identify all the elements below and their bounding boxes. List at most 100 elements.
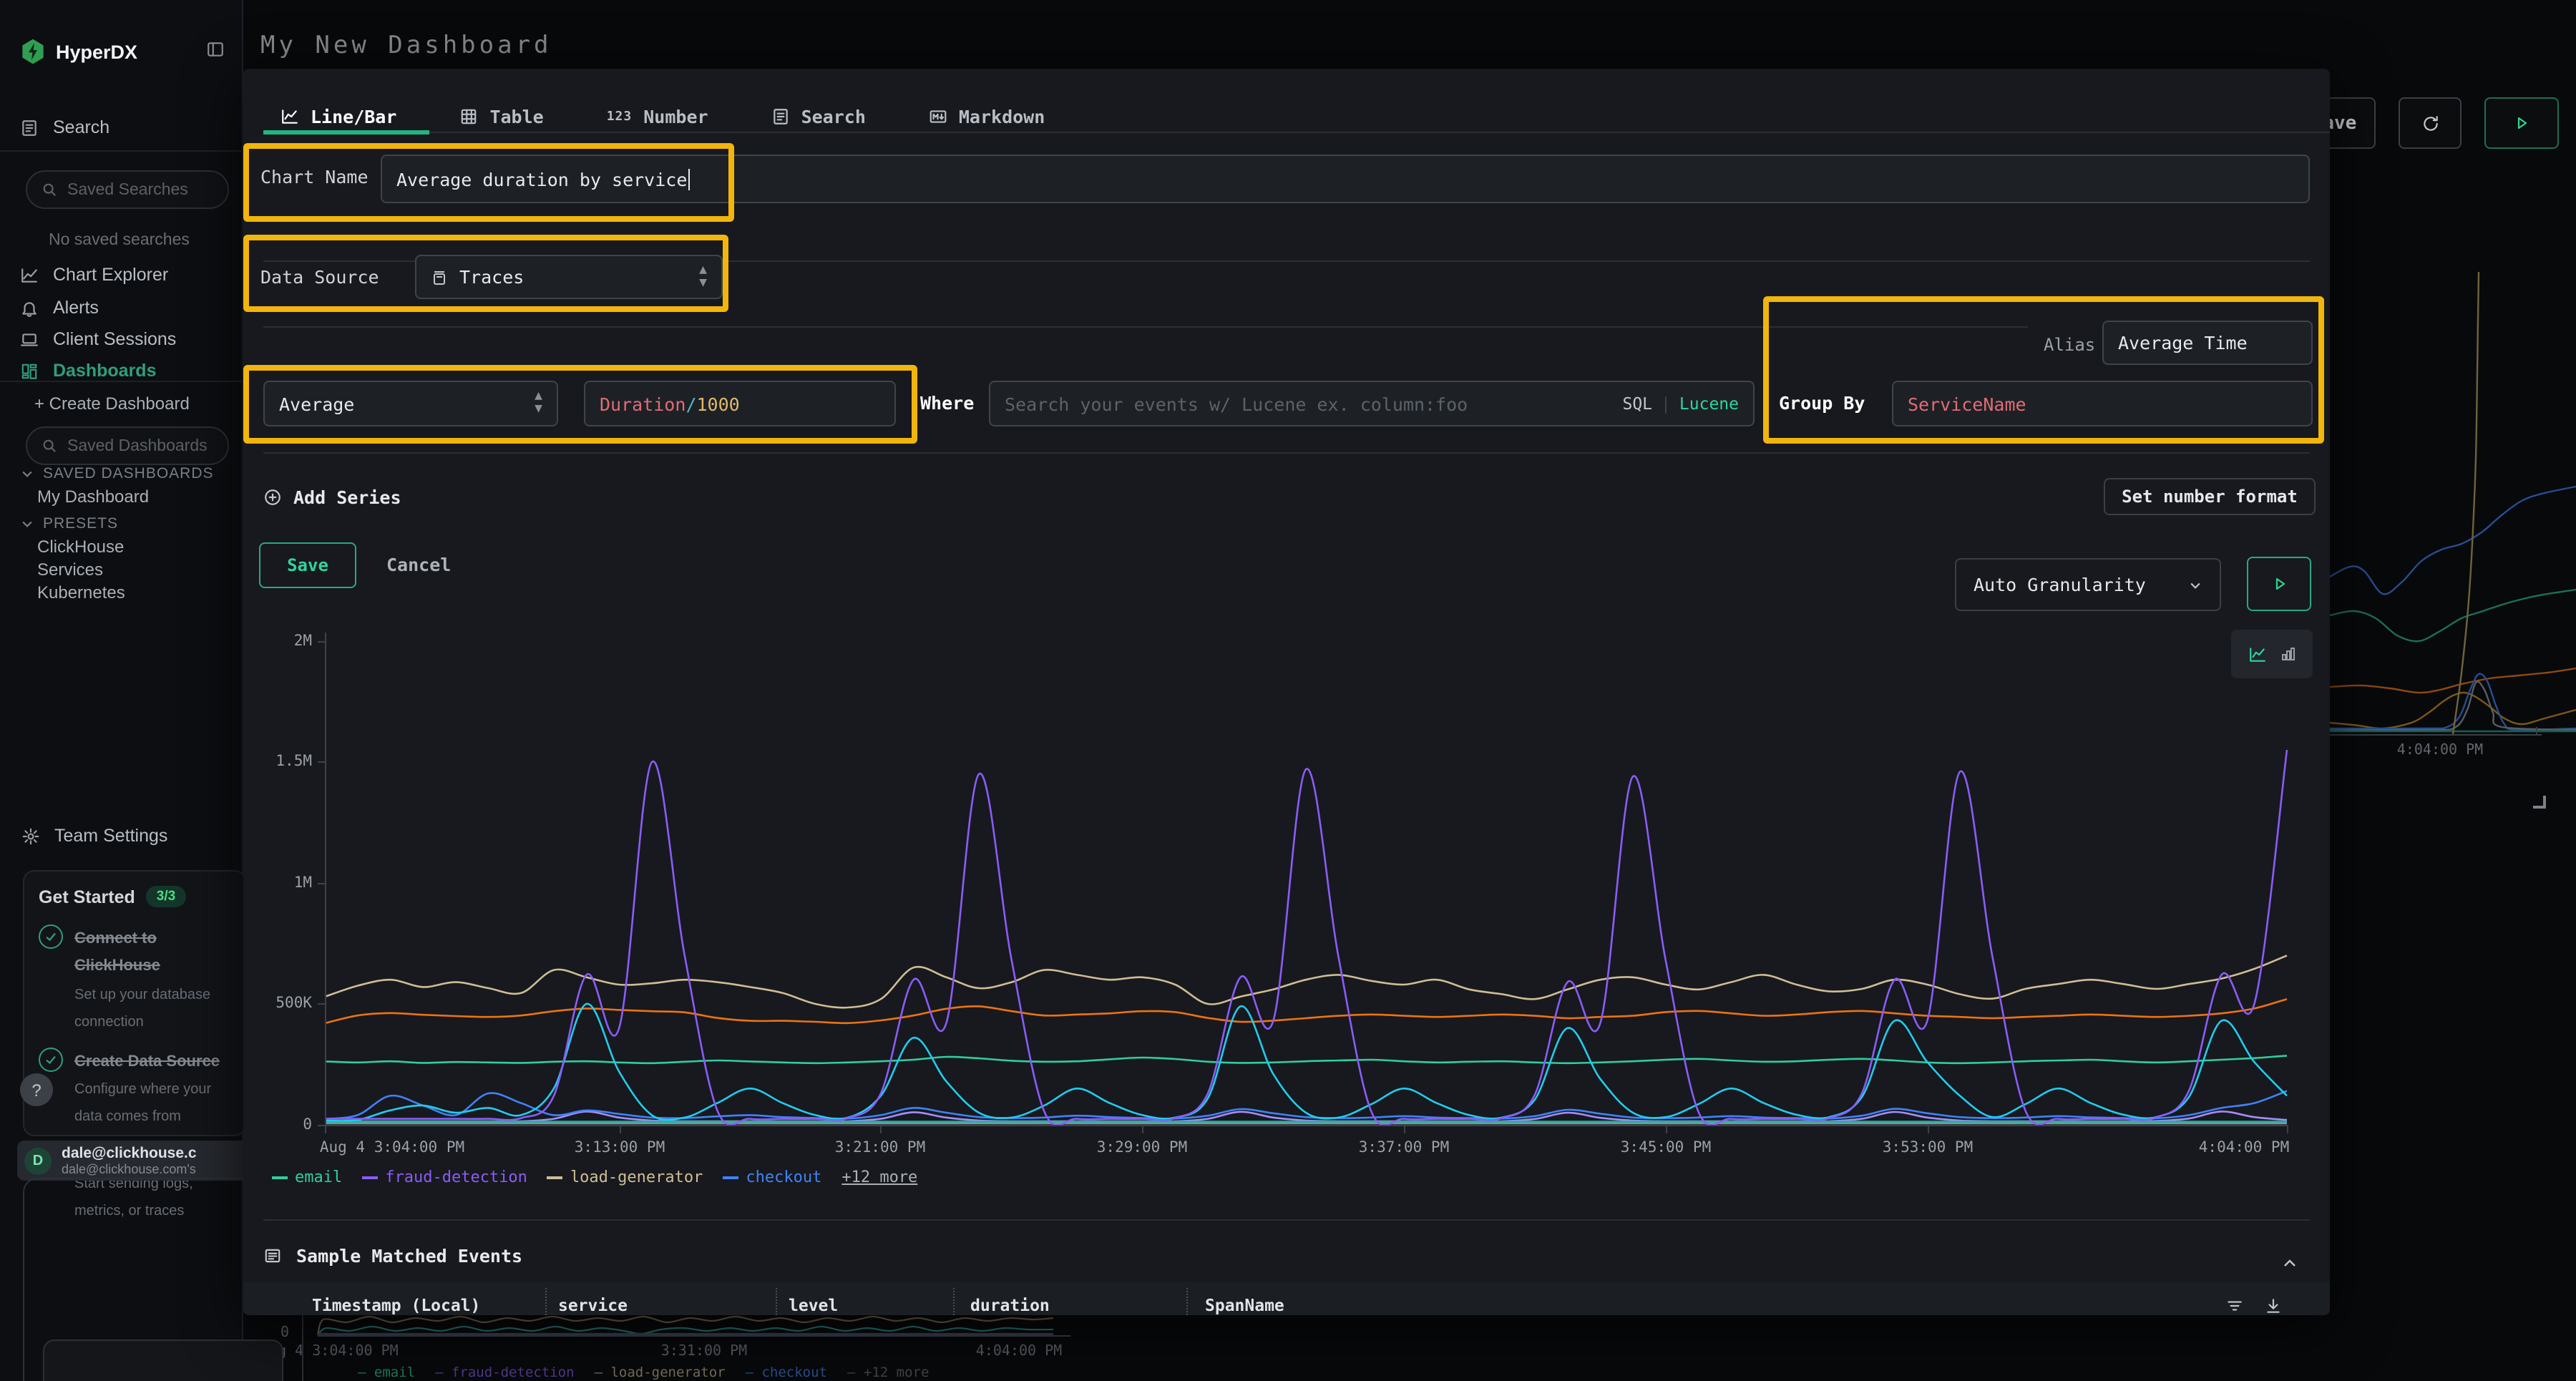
column-header-duration[interactable]: duration xyxy=(970,1295,1050,1315)
download-icon[interactable] xyxy=(2264,1294,2283,1315)
cancel-button[interactable]: Cancel xyxy=(386,554,451,575)
legend-item-checkout[interactable]: checkout xyxy=(723,1168,821,1186)
where-label: Where xyxy=(920,392,974,414)
help-button[interactable]: ? xyxy=(20,1073,53,1106)
play-icon xyxy=(2270,575,2288,592)
sidebar-divider xyxy=(0,381,243,382)
tab-number[interactable]: 123 Number xyxy=(607,106,708,127)
onetwothree-icon: 123 xyxy=(607,109,633,124)
x-tick-label: 3:13:00 PM xyxy=(575,1139,665,1156)
sample-events-header[interactable]: Sample Matched Events xyxy=(263,1245,522,1267)
y-tick-label: 1M xyxy=(255,874,312,892)
bg-bottom-legend: — email— fraud-detection— load-generator… xyxy=(358,1365,929,1381)
granularity-value: Auto Granularity xyxy=(1974,574,2146,595)
legend-label: email xyxy=(295,1168,342,1186)
where-search-input[interactable]: Search your events w/ Lucene ex. column:… xyxy=(989,381,1755,426)
legend-item-email[interactable]: email xyxy=(272,1168,342,1186)
text-caret xyxy=(688,168,690,190)
plus-circle-icon xyxy=(263,488,282,507)
column-header-spanname[interactable]: SpanName xyxy=(1205,1295,1284,1315)
task-title: Connect to ClickHouse xyxy=(74,930,160,975)
legend-more-link[interactable]: +12 more xyxy=(841,1168,917,1186)
alias-label: Alias xyxy=(2044,335,2095,355)
lucene-mode-toggle[interactable]: Lucene xyxy=(1679,394,1739,414)
filter-icon[interactable] xyxy=(2225,1294,2244,1315)
sidebar-item-clickhouse[interactable]: ClickHouse xyxy=(37,537,124,557)
line-chart-icon[interactable] xyxy=(2248,645,2266,663)
sidebar-item-services[interactable]: Services xyxy=(37,560,103,580)
no-saved-searches-text: No saved searches xyxy=(49,232,190,249)
tab-table[interactable]: Table xyxy=(459,106,543,127)
sidebar-item-kubernetes[interactable]: Kubernetes xyxy=(37,582,125,602)
column-header-timestamp-local-[interactable]: Timestamp (Local) xyxy=(312,1295,480,1315)
save-button[interactable]: Save xyxy=(259,542,356,588)
granularity-select[interactable]: Auto Granularity xyxy=(1955,558,2221,611)
app-logo[interactable]: HyperDX xyxy=(21,39,137,64)
add-series-button[interactable]: Add Series xyxy=(263,487,401,508)
legend-item-fraud-detection[interactable]: fraud-detection xyxy=(362,1168,527,1186)
create-dashboard-button[interactable]: + Create Dashboard xyxy=(34,394,190,414)
sidebar-item-search[interactable]: Search xyxy=(20,114,109,140)
sidebar-item-label: Chart Explorer xyxy=(53,265,168,285)
bg-x-tick-label: 3:31:00 PM xyxy=(661,1344,747,1360)
tab-label: Markdown xyxy=(959,106,1045,127)
collapse-section-icon[interactable] xyxy=(2281,1251,2298,1278)
column-header-service[interactable]: service xyxy=(558,1295,628,1315)
bg-legend-label: — +12 more xyxy=(847,1365,929,1381)
column-header-level[interactable]: level xyxy=(789,1295,838,1315)
get-started-item[interactable]: Connect to ClickHouse Set up your databa… xyxy=(39,922,230,1031)
sidebar-item-chart-explorer[interactable]: Chart Explorer xyxy=(20,262,168,288)
bar-chart-icon[interactable] xyxy=(2279,645,2296,663)
sidebar-item-label: Search xyxy=(53,117,109,137)
group-by-input[interactable]: ServiceName xyxy=(1892,381,2313,426)
divider xyxy=(263,1219,2310,1221)
saved-dashboards-input[interactable]: Saved Dashboards xyxy=(26,426,229,465)
chart-name-input[interactable]: Average duration by service xyxy=(381,155,2310,203)
sidebar-item-my-dashboard[interactable]: My Dashboard xyxy=(37,487,149,507)
chart-name-label: Chart Name xyxy=(260,166,369,187)
bell-icon xyxy=(20,298,39,317)
sidebar-item-dashboards[interactable]: Dashboards xyxy=(20,358,157,384)
select-chevrons-icon: ▲▼ xyxy=(535,391,542,416)
search-nav-icon xyxy=(20,118,39,137)
sidebar-item-alerts[interactable]: Alerts xyxy=(20,295,99,321)
markdown-icon xyxy=(929,107,947,126)
sidebar-collapse-icon[interactable] xyxy=(206,37,225,64)
run-chart-button[interactable] xyxy=(2247,557,2311,611)
presets-section[interactable]: PRESETS xyxy=(20,515,118,532)
task-title: Create Data Source xyxy=(74,1053,220,1070)
x-tick-label: 4:04:00 PM xyxy=(2199,1139,2289,1156)
data-source-value: Traces xyxy=(459,266,524,288)
saved-searches-input[interactable]: Saved Searches xyxy=(26,170,229,209)
aggregation-select[interactable]: Average ▲▼ xyxy=(263,381,558,426)
sidebar-item-team-settings[interactable]: Team Settings xyxy=(21,823,167,849)
sidebar-item-label: Alerts xyxy=(53,298,99,318)
panel-resize-handle[interactable] xyxy=(2533,796,2546,809)
sql-mode-toggle[interactable]: SQL xyxy=(1622,394,1652,414)
set-number-format-button[interactable]: Set number format xyxy=(2104,478,2316,515)
bg-x-tick-label: 4:04:00 PM xyxy=(976,1344,1062,1360)
chevron-down-icon xyxy=(2188,577,2202,592)
legend-label: fraud-detection xyxy=(385,1168,527,1186)
tab-markdown[interactable]: Markdown xyxy=(929,106,1045,127)
tab-label: Search xyxy=(801,106,866,127)
run-query-button[interactable] xyxy=(2484,97,2559,149)
chart-display-toggle xyxy=(2231,630,2313,678)
laptop-icon xyxy=(20,330,39,348)
data-source-label: Data Source xyxy=(260,266,379,288)
sidebar-item-client-sessions[interactable]: Client Sessions xyxy=(20,326,176,352)
tab-label: Number xyxy=(643,106,708,127)
refresh-button[interactable] xyxy=(2399,97,2462,149)
field-token: Duration xyxy=(600,393,686,414)
get-started-item[interactable]: Create Data Source Configure where your … xyxy=(39,1044,230,1126)
saved-dashboards-section[interactable]: SAVED DASHBOARDS xyxy=(20,465,214,482)
task-desc: Set up your database connection xyxy=(74,987,210,1030)
tab-line-bar[interactable]: Line/Bar xyxy=(280,106,396,127)
grid-icon xyxy=(20,361,39,380)
tab-search[interactable]: Search xyxy=(771,106,866,127)
field-expression-input[interactable]: Duration/1000 xyxy=(584,381,896,426)
alias-input[interactable]: Average Time xyxy=(2102,321,2313,365)
data-source-select[interactable]: Traces ▲▼ xyxy=(415,255,723,299)
section-label: PRESETS xyxy=(43,515,118,532)
legend-item-load-generator[interactable]: load-generator xyxy=(547,1168,703,1186)
